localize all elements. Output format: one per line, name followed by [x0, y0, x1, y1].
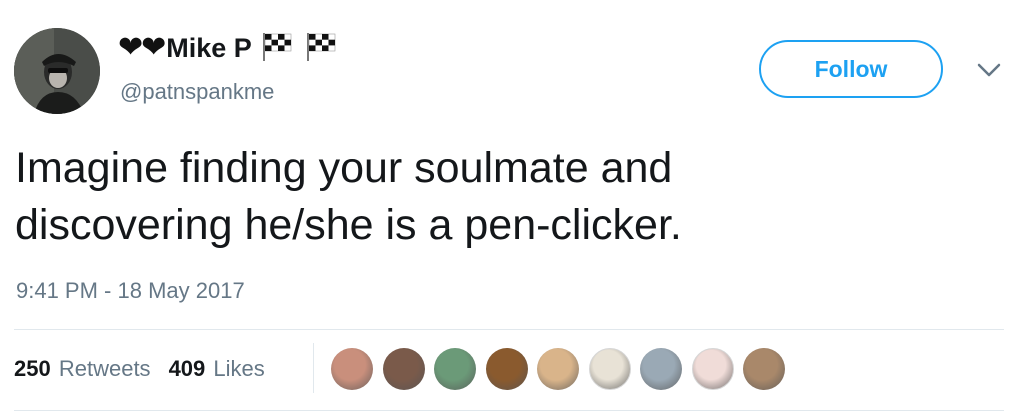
likes-stat[interactable]: 409 Likes [169, 356, 265, 382]
checkered-flag-icon [260, 31, 296, 66]
divider [14, 410, 1004, 411]
liker-avatar-3-icon[interactable] [434, 348, 476, 390]
liker-avatar-7-icon[interactable] [640, 348, 682, 390]
display-name[interactable]: Mike P [166, 33, 252, 63]
liker-avatar-9-icon[interactable] [743, 348, 785, 390]
follow-button[interactable]: Follow [759, 40, 943, 98]
liker-avatar-1-icon[interactable] [331, 348, 373, 390]
liker-avatar-4-icon[interactable] [485, 348, 528, 390]
liker-avatar-8-icon[interactable] [691, 348, 734, 390]
liker-avatar-5-icon[interactable] [537, 348, 579, 390]
checkered-flag-icon [304, 31, 340, 66]
avatar[interactable] [14, 28, 100, 114]
user-name-row[interactable]: ❤❤ Mike P [118, 30, 340, 66]
tweet-text-line: discovering he/she is a pen-clicker. [15, 201, 682, 249]
divider [14, 329, 1004, 330]
user-handle[interactable]: @patnspankme [120, 79, 274, 105]
retweets-label: Retweets [58, 356, 151, 381]
tweet-stats: 250 Retweets 409 Likes [14, 356, 283, 382]
tweet-text: Imagine finding your soulmate and discov… [15, 140, 995, 254]
user-avatar-icon [14, 28, 100, 114]
tweet-text-line: Imagine finding your soulmate and [15, 144, 673, 192]
heart-emoji-icon: ❤❤ [118, 31, 166, 64]
liker-avatar-2-icon[interactable] [382, 348, 425, 390]
tweet-timestamp[interactable]: 9:41 PM - 18 May 2017 [16, 278, 245, 304]
chevron-down-icon[interactable] [976, 60, 1002, 80]
liker-avatars [331, 348, 795, 390]
retweets-count: 250 [14, 356, 51, 381]
likes-count: 409 [168, 356, 206, 381]
retweets-stat[interactable]: 250 Retweets [14, 356, 151, 382]
stats-separator [313, 343, 314, 393]
liker-avatar-6-icon[interactable] [588, 348, 631, 390]
likes-label: Likes [213, 356, 265, 381]
